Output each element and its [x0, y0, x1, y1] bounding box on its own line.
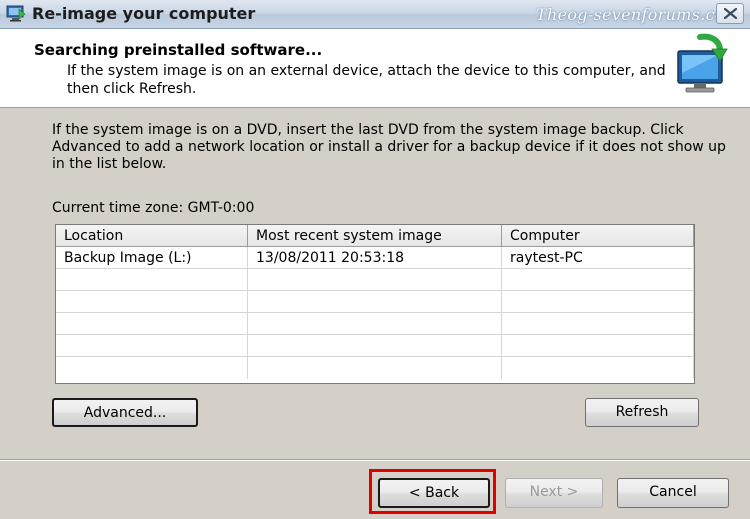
footer-divider: [0, 459, 750, 461]
refresh-button[interactable]: Refresh: [585, 398, 699, 427]
table-row[interactable]: Backup Image (L:) 13/08/2011 20:53:18 ra…: [56, 247, 694, 269]
cancel-button[interactable]: Cancel: [617, 478, 729, 508]
timezone-label: Current time zone: GMT-0:00: [52, 200, 255, 216]
empty-row: [56, 357, 694, 379]
dialog-header: Searching preinstalled software... If th…: [0, 29, 750, 108]
cell-computer: raytest-PC: [502, 247, 694, 269]
cell-recent-image: 13/08/2011 20:53:18: [248, 247, 502, 269]
backup-computer-icon: [6, 5, 26, 22]
close-icon: [724, 8, 737, 19]
window-title: Re-image your computer: [32, 4, 256, 23]
next-button[interactable]: Next >: [505, 478, 603, 508]
cell-location: Backup Image (L:): [56, 247, 248, 269]
instructions-text: If the system image is on a DVD, insert …: [52, 122, 726, 172]
column-header-location[interactable]: Location: [56, 225, 248, 247]
system-image-list[interactable]: Location Most recent system image Comput…: [55, 224, 695, 384]
empty-row: [56, 313, 694, 335]
back-button[interactable]: < Back: [378, 478, 490, 508]
reimage-dialog: Re-image your computer Theog-sevenforums…: [0, 0, 750, 519]
page-heading: Searching preinstalled software...: [34, 41, 323, 59]
empty-row: [56, 335, 694, 357]
column-header-computer[interactable]: Computer: [502, 225, 694, 247]
watermark-text: Theog-sevenforums.com: [536, 5, 741, 24]
empty-row: [56, 291, 694, 313]
header-subtext: If the system image is on an external de…: [67, 63, 666, 97]
title-bar[interactable]: Re-image your computer Theog-sevenforums…: [0, 0, 750, 29]
advanced-button[interactable]: Advanced...: [52, 398, 198, 427]
empty-row: [56, 269, 694, 291]
computer-restore-icon: [664, 33, 734, 97]
close-button[interactable]: [716, 3, 744, 24]
column-header-recent-image[interactable]: Most recent system image: [248, 225, 502, 247]
